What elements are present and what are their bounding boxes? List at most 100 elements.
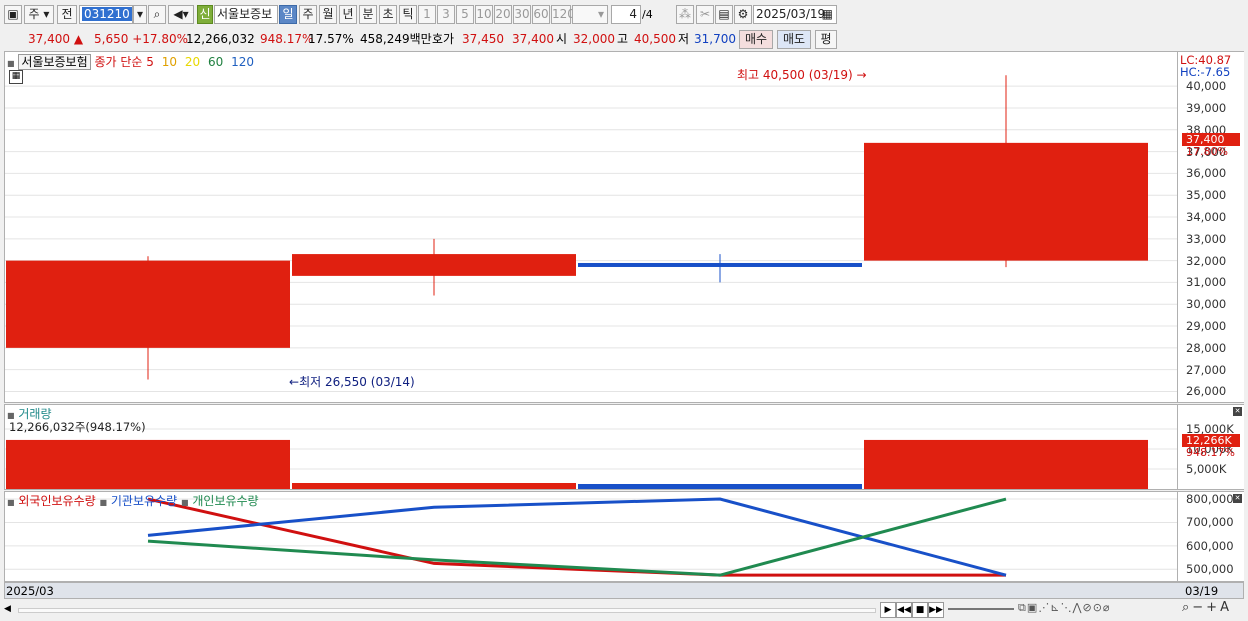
stock-code-input[interactable]: 031210 <box>79 5 133 24</box>
price-tick-label: 30,000 <box>1186 297 1227 312</box>
buy-button[interactable]: 매수 <box>739 30 773 49</box>
low-price: 31,700 <box>694 32 736 46</box>
ma-20-label: 20 <box>184 55 201 69</box>
panel-close-icon[interactable]: ✕ <box>1233 407 1242 416</box>
holdings-chart-panel[interactable]: ■ 외국인보유수량 ■ 기관보유수량 ■ 개인보유수량 <box>4 491 1178 582</box>
trade-amount: 458,249백만 <box>360 32 432 46</box>
date-axis: 2025/03 03/19 <box>4 582 1244 599</box>
up-arrow-icon: ▲ <box>73 32 84 46</box>
candle-body <box>292 254 576 276</box>
gear-icon[interactable]: ⚙ <box>734 5 752 24</box>
current-price-value: 37,400 <box>28 32 70 46</box>
hc-value: HC:-7.65 <box>1180 65 1231 79</box>
price-legend-stock[interactable]: 서울보증보험 <box>18 54 91 70</box>
speaker-icon[interactable]: ◀▾ <box>168 5 194 24</box>
holdings-series-line-1 <box>147 497 1007 577</box>
search-icon[interactable]: ⌕ <box>148 5 166 24</box>
holdings-series-line-0 <box>147 497 1006 577</box>
period-week-tab[interactable]: 주 <box>299 5 317 24</box>
new-badge: 신 <box>197 5 213 24</box>
period-day-tab[interactable]: 일 <box>279 5 297 24</box>
period-month-tab[interactable]: 월 <box>319 5 337 24</box>
volume-bar <box>578 484 862 489</box>
play-icon[interactable]: ▶ <box>880 602 896 618</box>
prev-button[interactable]: 전 <box>57 5 77 24</box>
stock-name-field: 서울보증보 <box>214 5 278 24</box>
high-annotation: 최고 40,500 (03/19) → <box>737 66 867 83</box>
zoom-slider[interactable] <box>948 608 1014 610</box>
volume-axis: 15,000K 10,000K 5,000K 12,266K 948.17% ✕ <box>1178 404 1244 490</box>
market-label: 주 <box>28 7 40 21</box>
high-price: 40,500 <box>634 32 676 46</box>
holdings-legend: ■ 외국인보유수량 ■ 기관보유수량 ■ 개인보유수량 <box>7 492 259 509</box>
interval-20-button[interactable]: 20 <box>494 5 512 24</box>
arrow-left-icon: ← <box>289 375 300 389</box>
panel-close-icon[interactable]: ✕ <box>1233 494 1242 503</box>
period-tick-tab[interactable]: 틱 <box>399 5 417 24</box>
volume-bar <box>292 483 576 489</box>
bid-price: 37,400 <box>512 32 554 46</box>
interval-5-button[interactable]: 5 <box>456 5 474 24</box>
date-input[interactable]: 2025/03/19 ▦ <box>753 5 837 24</box>
open-price: 32,000 <box>573 32 615 46</box>
rewind-icon[interactable]: ◀◀ <box>896 602 912 618</box>
interval-10-button[interactable]: 10 <box>475 5 493 24</box>
stock-code-text: 031210 <box>82 7 132 21</box>
legend-marker-icon: ■ <box>7 498 15 507</box>
holdings-axis: 800,000 700,000 600,000 500,000 ✕ <box>1178 491 1244 582</box>
stop-icon[interactable]: ■ <box>912 602 928 618</box>
fast-forward-icon[interactable]: ▶▶ <box>928 602 944 618</box>
compare-icon[interactable]: ⁂ <box>676 5 694 24</box>
scroll-track[interactable] <box>18 608 876 613</box>
interval-30-button[interactable]: 30 <box>513 5 531 24</box>
interval-custom-dropdown[interactable]: ▾ <box>572 5 608 24</box>
ma-5-label: 5 <box>146 55 154 69</box>
interval-60-button[interactable]: 60 <box>532 5 550 24</box>
price-axis: LC:40.87 HC:-7.65 26,000 27,000 28,000 29,0… <box>1178 51 1244 403</box>
eval-button[interactable]: 평 <box>815 30 837 49</box>
market-select[interactable]: 주 ▾ <box>24 5 54 24</box>
price-tick-label: 29,000 <box>1186 319 1227 334</box>
scroll-left-icon[interactable]: ◀ <box>4 603 16 615</box>
period-year-tab[interactable]: 년 <box>339 5 357 24</box>
interval-3-button[interactable]: 3 <box>437 5 455 24</box>
candle-body <box>6 260 290 348</box>
zoom-controls-icon[interactable]: ⌕−+A <box>1182 600 1232 615</box>
volume-info: 12,266,032주(948.17%) <box>9 420 146 434</box>
interval-1-button[interactable]: 1 <box>418 5 436 24</box>
save-icon[interactable]: ▤ <box>715 5 733 24</box>
price-chart-panel[interactable]: ■ 서울보증보험 종가 단순 5 10 20 60 120 ▦ 최고 40,50… <box>4 51 1178 403</box>
sell-button[interactable]: 매도 <box>777 30 811 49</box>
legend-individual: 개인보유수량 <box>192 494 259 508</box>
price-tick-label: 40,000 <box>1186 79 1227 94</box>
price-legend: ■ 서울보증보험 종가 단순 5 10 20 60 120 <box>7 53 254 70</box>
window-layout-icon[interactable]: ▣ <box>4 5 22 24</box>
ma-10-label: 10 <box>161 55 178 69</box>
legend-marker-icon: ■ <box>180 498 189 507</box>
holdings-series-line-2 <box>147 497 1007 577</box>
price-chart-svg <box>5 75 1177 392</box>
open-label: 시 <box>556 32 568 46</box>
legend-marker-icon: ■ <box>7 59 15 68</box>
tools-icon[interactable]: ✂ <box>696 5 714 24</box>
low-label: 저 <box>678 32 690 46</box>
holdings-tick-label: 800,000 <box>1186 492 1234 507</box>
price-change-pct: +17.80% <box>132 32 188 46</box>
legend-institution: 기관보유수량 <box>110 494 178 508</box>
legend-marker-icon: ■ <box>99 498 108 507</box>
drawing-tools-icon[interactable]: ⧉▣⋰⊾⋱⋀⊘⊙⌀ <box>1018 601 1111 615</box>
count-input[interactable]: 4 <box>611 5 641 24</box>
arrow-right-icon: → <box>856 68 867 82</box>
period-second-tab[interactable]: 초 <box>379 5 397 24</box>
interval-120-button[interactable]: 120 <box>551 5 575 24</box>
holdings-tick-label: 500,000 <box>1186 562 1234 577</box>
period-minute-tab[interactable]: 분 <box>359 5 377 24</box>
volume-chart-panel[interactable]: ■ 거래량 12,266,032주(948.17%) <box>4 404 1178 490</box>
table-icon[interactable]: ▦ <box>9 70 23 84</box>
holdings-tick-label: 700,000 <box>1186 515 1234 530</box>
ma-120-label: 120 <box>231 55 254 69</box>
price-tick-label: 39,000 <box>1186 100 1227 115</box>
low-annotation: ←최저 26,550 (03/14) <box>289 373 415 390</box>
ma-60-label: 60 <box>207 55 224 69</box>
code-dropdown-icon[interactable]: ▾ <box>133 5 147 24</box>
